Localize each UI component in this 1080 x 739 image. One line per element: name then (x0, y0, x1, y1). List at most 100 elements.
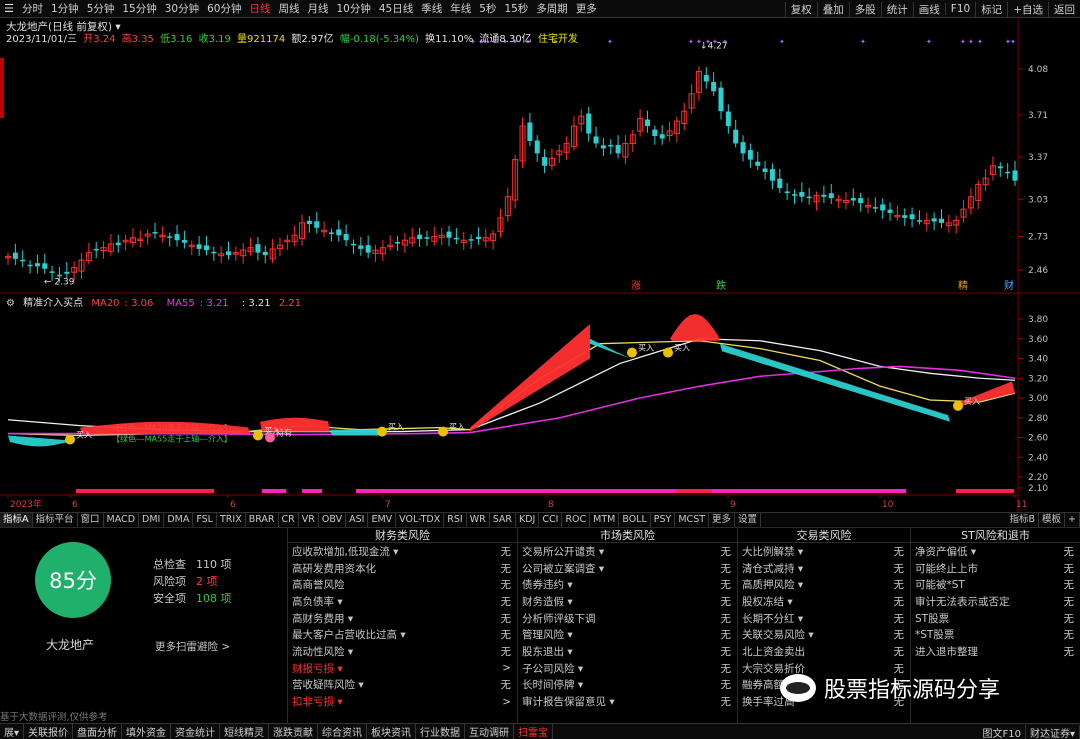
status-bar-item[interactable]: 互动调研 (465, 724, 515, 739)
status-bar-item[interactable]: 资金统计 (171, 724, 221, 739)
indicator-tab[interactable]: SAR (490, 512, 517, 527)
risk-row[interactable]: 高研发费用资本化 无 (288, 560, 517, 577)
chart-tool-button[interactable]: 标记 (975, 1, 1007, 17)
chart-tool-button[interactable]: +自选 (1007, 1, 1048, 17)
period-tab[interactable]: 周线 (275, 1, 304, 16)
price-chart[interactable]: 4.083.713.373.032.732.46← 2.39↓4.27✦ ✦ ✦ ✦ ✦… (0, 18, 1080, 512)
indicator-tab[interactable]: MCST (675, 512, 710, 527)
status-bar-item[interactable]: 行业数据 (416, 724, 466, 739)
period-tab[interactable]: 5分钟 (83, 1, 119, 16)
period-tab[interactable]: 30分钟 (161, 1, 203, 16)
period-tab[interactable]: 季线 (417, 1, 446, 16)
status-bar-item[interactable]: 板块资讯 (367, 724, 417, 739)
indicator-tab[interactable]: DMA (164, 512, 194, 527)
chart-tool-button[interactable]: 多股 (848, 1, 881, 17)
period-tab[interactable]: 多周期 (532, 1, 572, 16)
risk-row[interactable]: 审计无法表示或否定 无 (911, 593, 1080, 610)
risk-row[interactable]: 审计报告保留意见 ▾ 无 (518, 693, 737, 710)
period-tab[interactable]: 5秒 (475, 1, 500, 16)
period-tab[interactable]: 10分钟 (333, 1, 375, 16)
indicator-tab[interactable]: 窗口 (78, 512, 104, 527)
indicator-tab[interactable]: 设置 (735, 512, 762, 527)
risk-row[interactable]: 分析师评级下调 无 (518, 610, 737, 627)
risk-row[interactable]: 长期不分红 ▾ 无 (738, 610, 910, 627)
risk-row[interactable]: 应收款增加,低现金流 ▾ 无 (288, 543, 517, 560)
status-bar-item[interactable]: 关联报价 (24, 724, 74, 739)
period-tab[interactable]: 60分钟 (203, 1, 245, 16)
status-bar-item[interactable]: 扫雷宝 (514, 724, 554, 739)
more-scan-link[interactable]: 更多扫雷避险 > (155, 639, 230, 654)
chart-tool-button[interactable]: 叠加 (816, 1, 849, 17)
status-bar-item[interactable]: 涨跌贡献 (269, 724, 319, 739)
risk-row[interactable]: 高质押风险 ▾ 无 (738, 576, 910, 593)
indicator-tab[interactable]: CR (279, 512, 299, 527)
indicator-tab[interactable]: TRIX (217, 512, 246, 527)
chart-tool-button[interactable]: 复权 (784, 1, 817, 17)
status-bar-item[interactable]: 填外资金 (122, 724, 172, 739)
menu-icon[interactable]: ☰ (0, 0, 18, 18)
period-tab[interactable]: 月线 (304, 1, 333, 16)
risk-row[interactable]: 关联交易风险 ▾ 无 (738, 626, 910, 643)
risk-row[interactable]: 股权冻结 ▾ 无 (738, 593, 910, 610)
indicator-tab[interactable]: CCI (539, 512, 563, 527)
risk-row[interactable]: *ST股票 无 (911, 626, 1080, 643)
risk-row[interactable]: 交易所公开谴责 ▾ 无 (518, 543, 737, 560)
indicator-tab-right[interactable]: 模板 (1039, 513, 1066, 527)
status-bar-right-item[interactable]: 图文F10 (978, 724, 1026, 739)
risk-row[interactable]: 高负债率 ▾ 无 (288, 593, 517, 610)
indicator-tab[interactable]: OBV (319, 512, 347, 527)
period-tab[interactable]: 15分钟 (118, 1, 160, 16)
risk-row[interactable]: 最大客户占营收比过高 ▾ 无 (288, 626, 517, 643)
indicator-settings-icon[interactable]: ⚙ (6, 298, 15, 309)
risk-row[interactable]: 财务造假 ▾ 无 (518, 593, 737, 610)
risk-row[interactable]: 公司被立案调查 ▾ 无 (518, 560, 737, 577)
risk-row[interactable]: 子公司风险 ▾ 无 (518, 660, 737, 677)
period-tab[interactable]: 更多 (572, 1, 601, 16)
period-tab[interactable]: 15秒 (500, 1, 532, 16)
indicator-tab[interactable]: PSY (651, 512, 676, 527)
indicator-tab[interactable]: 指标A (0, 512, 33, 527)
indicator-tab[interactable]: DMI (139, 512, 165, 527)
risk-row[interactable]: 长时间停牌 ▾ 无 (518, 677, 737, 694)
risk-row[interactable]: 净资产偏低 ▾ 无 (911, 543, 1080, 560)
risk-row[interactable]: ST股票 无 (911, 610, 1080, 627)
risk-row[interactable]: 扣非亏损 ▾ > (288, 693, 517, 710)
indicator-tab-right[interactable]: 指标B (1006, 513, 1040, 527)
risk-row[interactable]: 北上资金卖出 无 (738, 643, 910, 660)
indicator-tab[interactable]: RSI (444, 512, 467, 527)
indicator-tab[interactable]: WR (467, 512, 490, 527)
status-bar-item[interactable]: 展▾ (0, 724, 25, 739)
indicator-tab[interactable]: EMV (368, 512, 397, 527)
risk-row[interactable]: 高财务费用 ▾ 无 (288, 610, 517, 627)
indicator-tab[interactable]: 指标平台 (33, 512, 78, 527)
period-tab[interactable]: 45日线 (375, 1, 417, 16)
indicator-tab-right[interactable]: + (1065, 513, 1080, 527)
risk-row[interactable]: 清仓式减持 ▾ 无 (738, 560, 910, 577)
indicator-tab[interactable]: MTM (590, 512, 620, 527)
indicator-tab[interactable]: VR (299, 512, 319, 527)
risk-row[interactable]: 高商誉风险 无 (288, 576, 517, 593)
risk-row[interactable]: 可能被*ST 无 (911, 576, 1080, 593)
indicator-tab[interactable]: VOL-TDX (396, 512, 445, 527)
risk-row[interactable]: 流动性风险 ▾ 无 (288, 643, 517, 660)
indicator-tab[interactable]: BOLL (619, 512, 651, 527)
period-tab[interactable]: 1分钟 (47, 1, 83, 16)
indicator-tab[interactable]: FSL (193, 512, 217, 527)
status-bar-item[interactable]: 综合资讯 (318, 724, 368, 739)
risk-row[interactable]: 进入退市整理 无 (911, 643, 1080, 660)
risk-row[interactable]: 财报亏损 ▾ > (288, 660, 517, 677)
indicator-tab[interactable]: 更多 (709, 512, 736, 527)
indicator-tab[interactable]: ROC (562, 512, 591, 527)
chart-tool-button[interactable]: 返回 (1048, 1, 1080, 17)
indicator-tab[interactable]: KDJ (516, 512, 540, 527)
risk-row[interactable]: 管理风险 ▾ 无 (518, 626, 737, 643)
indicator-tab[interactable]: BRAR (246, 512, 279, 527)
indicator-tab[interactable]: MACD (104, 512, 140, 527)
risk-row[interactable]: 营收疑阵风险 ▾ 无 (288, 677, 517, 694)
status-bar-item[interactable]: 短线精灵 (220, 724, 270, 739)
risk-row[interactable]: 股东退出 ▾ 无 (518, 643, 737, 660)
chart-tool-button[interactable]: 统计 (880, 1, 913, 17)
period-tab[interactable]: 分时 (18, 1, 47, 16)
status-bar-item[interactable]: 盘面分析 (73, 724, 123, 739)
chart-tool-button[interactable]: F10 (944, 3, 975, 15)
